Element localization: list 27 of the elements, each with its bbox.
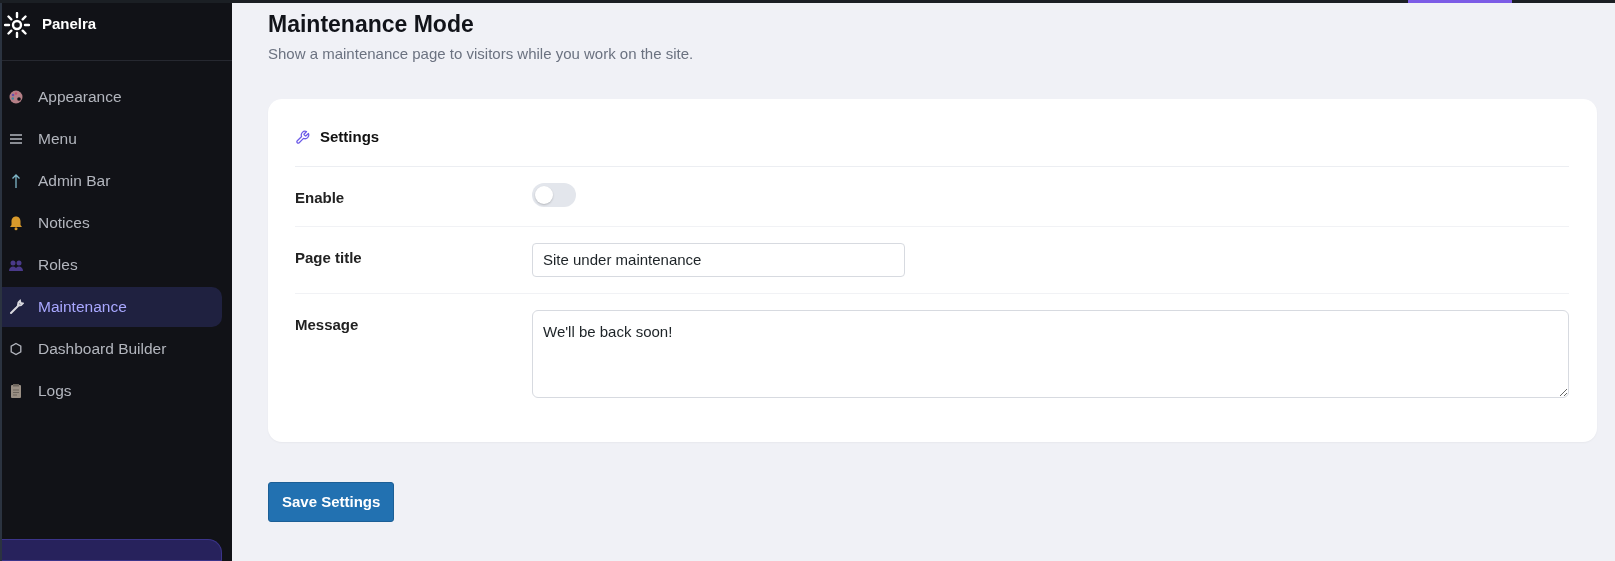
sidebar-item[interactable]: Maintenance <box>2 287 222 327</box>
sidebar-item[interactable]: Dashboard Builder <box>2 329 222 369</box>
sidebar-item[interactable]: Logs <box>2 371 222 411</box>
wrench-icon <box>295 130 310 146</box>
sidebar-item[interactable]: Menu <box>2 119 222 159</box>
wrench-icon <box>8 299 24 315</box>
field-label: Message <box>295 314 360 335</box>
input-field[interactable]: Site under maintenance <box>532 242 905 277</box>
sidebar-item[interactable]: Roles <box>2 245 222 285</box>
textarea-field[interactable]: We'll be back soon! <box>532 309 1569 398</box>
sidebar-item[interactable]: Appearance <box>2 77 222 117</box>
card-title: Settings <box>320 127 380 148</box>
page-title: Maintenance Mode <box>268 11 475 39</box>
field-label: Page title <box>295 247 363 268</box>
toggle-switch[interactable] <box>532 183 576 208</box>
page-subtitle: Show a maintenance page to visitors while you work on the site. <box>268 43 695 64</box>
save-button[interactable]: Save Settings <box>268 481 395 523</box>
bell-icon <box>8 215 24 231</box>
menu-icon <box>8 131 24 147</box>
clipboard-icon <box>8 383 24 399</box>
sidebar-item[interactable]: Admin Bar <box>2 161 222 201</box>
palette-icon <box>8 89 24 105</box>
sun-icon <box>4 11 30 38</box>
hexagon-icon <box>8 341 24 357</box>
field-label: Enable <box>295 188 346 209</box>
brand-name: Panelra <box>42 14 97 35</box>
sidebar-item[interactable]: Notices <box>2 203 222 243</box>
